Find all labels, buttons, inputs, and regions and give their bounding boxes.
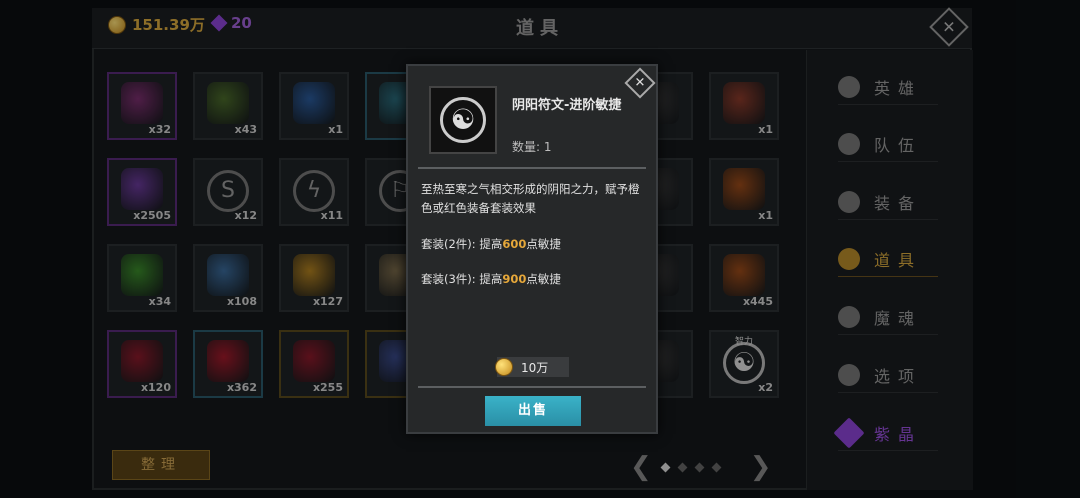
set-bonus-2: 套装(2件): 提高600点敏捷: [421, 236, 561, 252]
item-icon-frame: ☯: [429, 86, 497, 154]
item-description: 至热至寒之气相交形成的阴阳之力，赋予橙色或红色装备套装效果: [421, 182, 640, 215]
divider: [418, 386, 646, 388]
set-bonus-3-prefix: 套装(3件): 提高: [421, 272, 503, 286]
close-icon: ✕: [634, 75, 646, 91]
gold-coin-icon: [495, 358, 513, 376]
sell-button[interactable]: 出售: [485, 396, 581, 426]
set-bonus-3-suffix: 点敏捷: [526, 272, 561, 286]
sell-price: 10万: [495, 357, 569, 377]
popup-close-button[interactable]: ✕: [624, 67, 656, 99]
item-quantity: 数量: 1: [512, 140, 552, 154]
item-name: 阴阳符文-进阶敏捷: [512, 98, 622, 113]
item-detail-popup: ☯ 阴阳符文-进阶敏捷 数量: 1 ✕ 至热至寒之气相交形成的阴阳之力，赋予橙色…: [406, 64, 658, 434]
set-bonus-3-value: 900: [502, 272, 527, 286]
sell-price-value: 10万: [521, 360, 549, 375]
set-bonus-3: 套装(3件): 提高900点敏捷: [421, 271, 561, 287]
set-bonus-2-suffix: 点敏捷: [526, 237, 561, 251]
yinyang-icon: ☯: [440, 97, 486, 143]
set-bonus-2-value: 600: [502, 237, 527, 251]
set-bonus-2-prefix: 套装(2件): 提高: [421, 237, 503, 251]
divider: [418, 167, 646, 169]
